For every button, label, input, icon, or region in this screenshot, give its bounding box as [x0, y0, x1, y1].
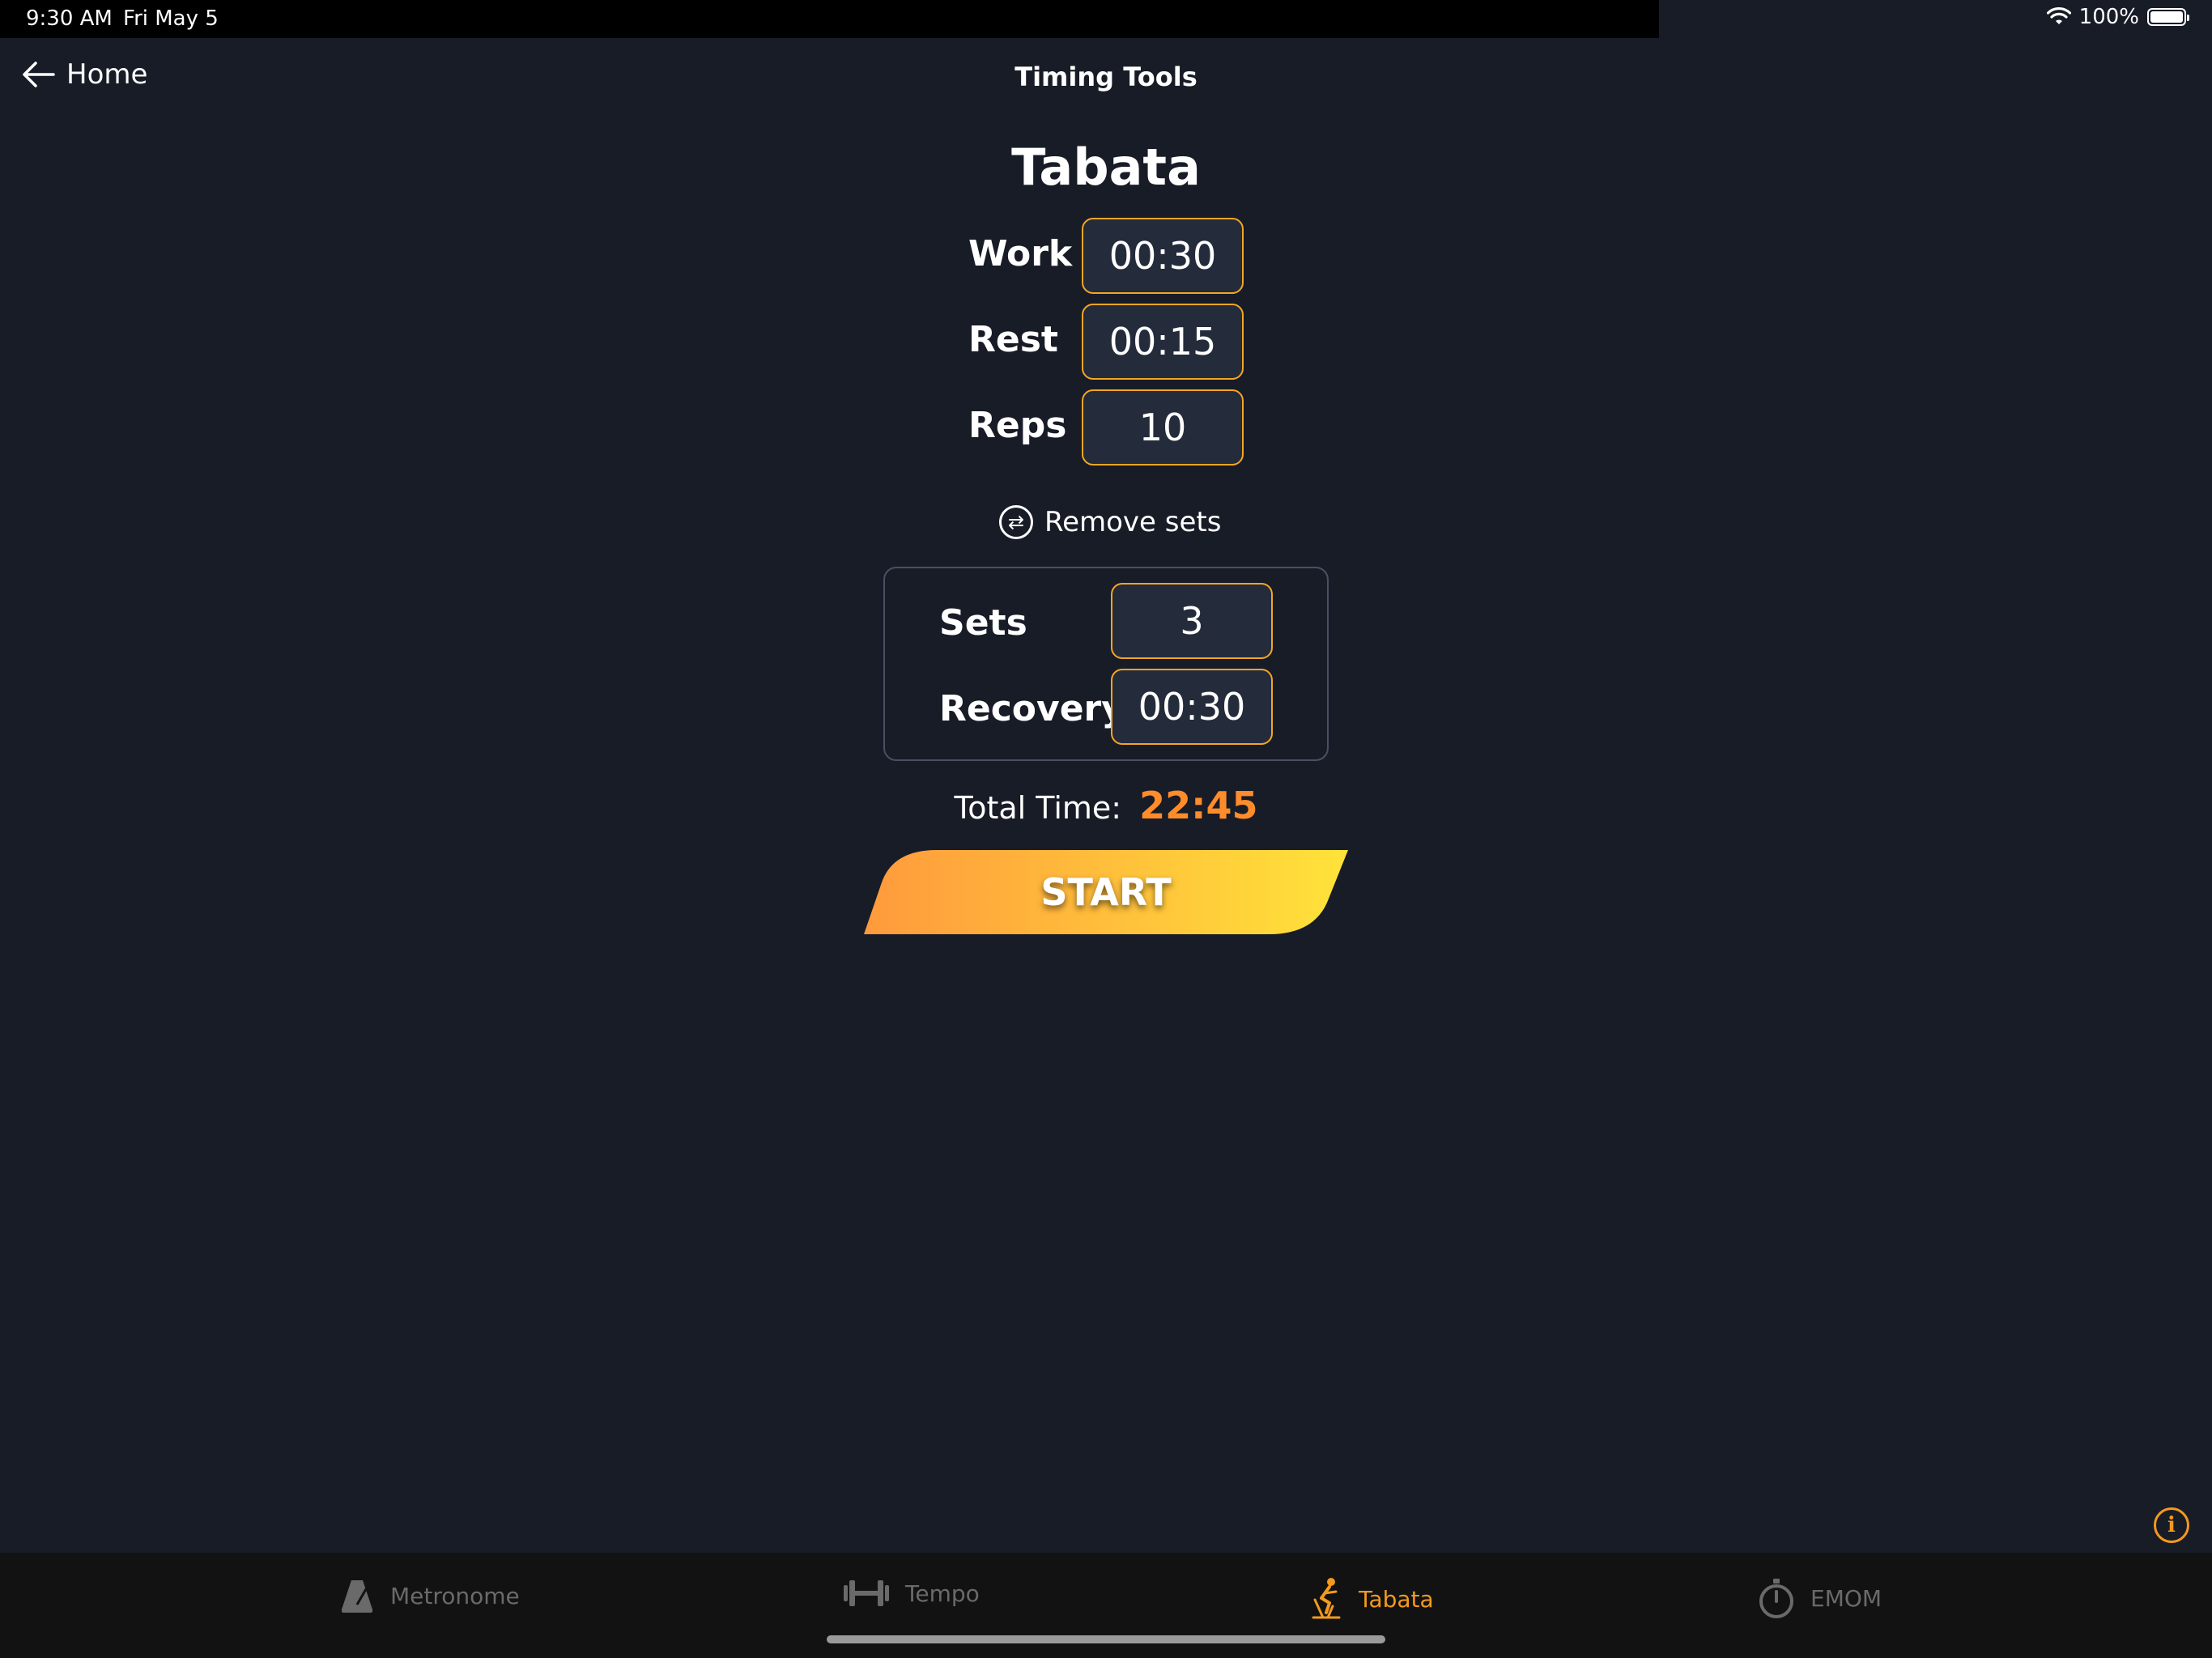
battery-icon — [2147, 8, 2189, 26]
tab-emom[interactable]: EMOM — [1757, 1577, 1882, 1619]
rest-label: Rest — [968, 319, 1058, 360]
tab-tempo[interactable]: Tempo — [842, 1577, 980, 1609]
home-indicator — [827, 1635, 1385, 1643]
recovery-label: Recovery — [939, 688, 1125, 729]
back-button[interactable]: Home — [21, 58, 147, 91]
work-field[interactable]: 00:30 — [1082, 218, 1244, 294]
tab-emom-label: EMOM — [1810, 1584, 1882, 1612]
remove-sets-label: Remove sets — [1044, 506, 1222, 538]
swap-icon: ⇄ — [999, 505, 1033, 539]
start-label: START — [1040, 870, 1172, 914]
reps-label: Reps — [968, 405, 1067, 446]
total-time-row: Total Time: 22:45 — [0, 784, 2212, 827]
work-label: Work — [968, 233, 1073, 274]
info-icon[interactable]: i — [2154, 1507, 2189, 1543]
rest-field[interactable]: 00:15 — [1082, 304, 1244, 380]
remove-sets-button[interactable]: ⇄ Remove sets — [999, 505, 1221, 539]
dumbbell-icon — [844, 1580, 889, 1606]
app-root: 9:30 AM Fri May 5 100% Timing Tools Home… — [0, 0, 2212, 1658]
battery-percent: 100% — [2078, 5, 2139, 29]
back-label: Home — [66, 58, 148, 91]
back-arrow-icon — [23, 62, 55, 87]
stopwatch-icon — [1759, 1579, 1793, 1618]
total-time-label: Total Time: — [954, 790, 1122, 826]
sets-label: Sets — [939, 602, 1027, 644]
tab-tabata-label: Tabata — [1359, 1585, 1434, 1613]
status-time: 9:30 AM — [26, 6, 113, 31]
status-date: Fri May 5 — [123, 6, 219, 31]
start-button[interactable]: START — [864, 850, 1348, 934]
metronome-icon — [342, 1580, 372, 1613]
reps-field[interactable]: 10 — [1082, 389, 1244, 466]
exercise-bike-icon — [1312, 1578, 1341, 1619]
wifi-icon — [2046, 7, 2071, 24]
status-right: 100% — [2046, 5, 2189, 29]
total-time-value: 22:45 — [1139, 784, 1258, 827]
status-bar: 9:30 AM Fri May 5 — [0, 0, 1659, 38]
recovery-field[interactable]: 00:30 — [1111, 669, 1273, 745]
tab-metronome[interactable]: Metronome — [338, 1577, 520, 1614]
tab-tabata[interactable]: Tabata — [1308, 1577, 1434, 1621]
tab-metronome-label: Metronome — [390, 1582, 520, 1609]
sets-field[interactable]: 3 — [1111, 583, 1273, 659]
page-title: Tabata — [1011, 138, 1201, 197]
nav-title: Timing Tools — [1015, 62, 1197, 92]
tab-tempo-label: Tempo — [905, 1579, 980, 1607]
